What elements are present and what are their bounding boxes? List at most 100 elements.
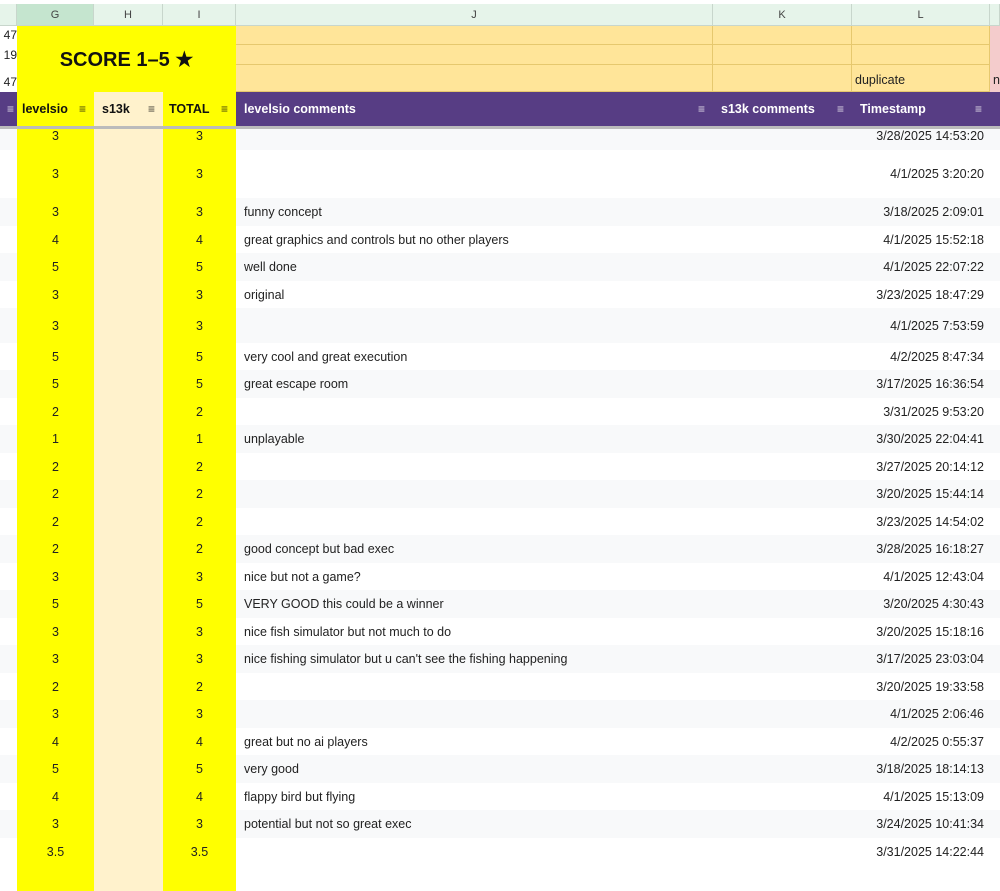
total-score-cell[interactable]: 3 <box>163 700 236 728</box>
filter-icon[interactable]: ≡ <box>79 92 86 126</box>
total-score-cell[interactable]: 3.5 <box>163 838 236 865</box>
timestamp-cell[interactable]: 3/23/2025 14:54:02 <box>852 508 988 535</box>
s13k-score-cell[interactable] <box>94 129 163 150</box>
column-header-m[interactable] <box>990 4 1000 26</box>
top-cell[interactable] <box>236 65 713 92</box>
timestamp-cell[interactable]: 3/27/2025 20:14:12 <box>852 453 988 480</box>
timestamp-cell[interactable]: 3/20/2025 19:33:58 <box>852 673 988 700</box>
total-score-cell[interactable]: 3 <box>163 308 236 343</box>
levelsio-comment-cell[interactable]: potential but not so great exec <box>236 810 713 838</box>
header-timestamp[interactable]: Timestamp ≡ <box>852 92 1000 126</box>
m-cell[interactable]: n <box>990 26 1000 92</box>
levelsio-comment-cell[interactable]: good concept but bad exec <box>236 535 713 563</box>
score-banner[interactable]: SCORE 1–5 ★ <box>17 26 236 92</box>
levelsio-comment-cell[interactable] <box>236 398 713 425</box>
s13k-score-cell[interactable] <box>94 370 163 398</box>
timestamp-cell[interactable]: 3/31/2025 14:22:44 <box>852 838 988 865</box>
s13k-score-cell[interactable] <box>94 810 163 838</box>
levelsio-score-cell[interactable]: 4 <box>17 728 94 755</box>
levelsio-score-cell[interactable]: 5 <box>17 590 94 618</box>
levelsio-comment-cell[interactable]: great escape room <box>236 370 713 398</box>
timestamp-cell[interactable]: 4/1/2025 12:43:04 <box>852 563 988 590</box>
levelsio-score-cell[interactable]: 5 <box>17 343 94 370</box>
s13k-score-cell[interactable] <box>94 618 163 645</box>
timestamp-cell[interactable]: 3/20/2025 4:30:43 <box>852 590 988 618</box>
total-score-cell[interactable]: 3 <box>163 645 236 673</box>
levelsio-score-cell[interactable]: 3 <box>17 198 94 226</box>
s13k-score-cell[interactable] <box>94 755 163 783</box>
header-s13k[interactable]: s13k ≡ <box>94 92 163 126</box>
filter-icon[interactable]: ≡ <box>221 92 228 126</box>
filter-icon[interactable]: ≡ <box>148 92 155 126</box>
levelsio-score-cell[interactable]: 5 <box>17 755 94 783</box>
s13k-score-cell[interactable] <box>94 673 163 700</box>
s13k-score-cell[interactable] <box>94 645 163 673</box>
timestamp-cell[interactable]: 4/1/2025 15:52:18 <box>852 226 988 253</box>
levelsio-comment-cell[interactable] <box>236 453 713 480</box>
column-header-l[interactable]: L <box>852 4 990 26</box>
levelsio-score-cell[interactable]: 2 <box>17 508 94 535</box>
total-score-cell[interactable]: 1 <box>163 425 236 453</box>
total-score-cell[interactable]: 2 <box>163 480 236 508</box>
s13k-score-cell[interactable] <box>94 728 163 755</box>
levelsio-score-cell[interactable]: 2 <box>17 673 94 700</box>
s13k-score-cell[interactable] <box>94 590 163 618</box>
levelsio-score-cell[interactable]: 5 <box>17 370 94 398</box>
column-header-g[interactable]: G <box>17 4 94 26</box>
filter-icon[interactable]: ≡ <box>837 92 844 126</box>
total-score-cell[interactable]: 3 <box>163 810 236 838</box>
column-header-i[interactable]: I <box>163 4 236 26</box>
s13k-score-cell[interactable] <box>94 198 163 226</box>
empty-cell[interactable] <box>163 865 236 891</box>
empty-cell[interactable] <box>17 865 94 891</box>
levelsio-score-cell[interactable]: 3 <box>17 281 94 308</box>
cell-value[interactable]: 47 <box>0 65 17 92</box>
top-cell[interactable] <box>852 26 990 45</box>
total-score-cell[interactable]: 2 <box>163 535 236 563</box>
top-cell[interactable] <box>713 26 852 45</box>
header-levelsio[interactable]: levelsio ≡ <box>17 92 94 126</box>
total-score-cell[interactable]: 3 <box>163 563 236 590</box>
levelsio-comment-cell[interactable] <box>236 480 713 508</box>
filter-icon[interactable]: ≡ <box>975 92 982 126</box>
total-score-cell[interactable]: 3 <box>163 281 236 308</box>
levelsio-score-cell[interactable]: 5 <box>17 253 94 281</box>
header-s13k-comments[interactable]: s13k comments ≡ <box>713 92 852 126</box>
levelsio-comment-cell[interactable]: flappy bird but flying <box>236 783 713 810</box>
s13k-score-cell[interactable] <box>94 700 163 728</box>
column-header-h[interactable]: H <box>94 4 163 26</box>
levelsio-comment-cell[interactable] <box>236 508 713 535</box>
timestamp-cell[interactable]: 4/1/2025 3:20:20 <box>852 150 988 198</box>
levelsio-score-cell[interactable]: 3 <box>17 700 94 728</box>
timestamp-cell[interactable]: 3/17/2025 16:36:54 <box>852 370 988 398</box>
levelsio-score-cell[interactable]: 2 <box>17 453 94 480</box>
total-score-cell[interactable]: 5 <box>163 253 236 281</box>
timestamp-cell[interactable]: 4/1/2025 15:13:09 <box>852 783 988 810</box>
total-score-cell[interactable]: 4 <box>163 783 236 810</box>
top-cell[interactable] <box>236 26 713 45</box>
levelsio-comment-cell[interactable]: well done <box>236 253 713 281</box>
timestamp-cell[interactable]: 3/28/2025 16:18:27 <box>852 535 988 563</box>
levelsio-comment-cell[interactable] <box>236 150 713 198</box>
timestamp-cell[interactable]: 3/23/2025 18:47:29 <box>852 281 988 308</box>
header-total[interactable]: TOTAL ≡ <box>163 92 236 126</box>
levelsio-comment-cell[interactable]: nice but not a game? <box>236 563 713 590</box>
s13k-score-cell[interactable] <box>94 281 163 308</box>
levelsio-comment-cell[interactable]: original <box>236 281 713 308</box>
levelsio-score-cell[interactable]: 3 <box>17 645 94 673</box>
cell-value[interactable]: 19 <box>0 45 17 65</box>
s13k-score-cell[interactable] <box>94 425 163 453</box>
s13k-score-cell[interactable] <box>94 308 163 343</box>
levelsio-comment-cell[interactable]: very good <box>236 755 713 783</box>
timestamp-cell[interactable]: 4/1/2025 7:53:59 <box>852 308 988 343</box>
levelsio-comment-cell[interactable]: great but no ai players <box>236 728 713 755</box>
s13k-score-cell[interactable] <box>94 398 163 425</box>
levelsio-comment-cell[interactable]: very cool and great execution <box>236 343 713 370</box>
total-score-cell[interactable]: 5 <box>163 590 236 618</box>
total-score-cell[interactable]: 3 <box>163 618 236 645</box>
timestamp-cell[interactable]: 3/18/2025 18:14:13 <box>852 755 988 783</box>
total-score-cell[interactable]: 5 <box>163 755 236 783</box>
levelsio-score-cell[interactable]: 2 <box>17 398 94 425</box>
s13k-score-cell[interactable] <box>94 508 163 535</box>
total-score-cell[interactable]: 2 <box>163 508 236 535</box>
